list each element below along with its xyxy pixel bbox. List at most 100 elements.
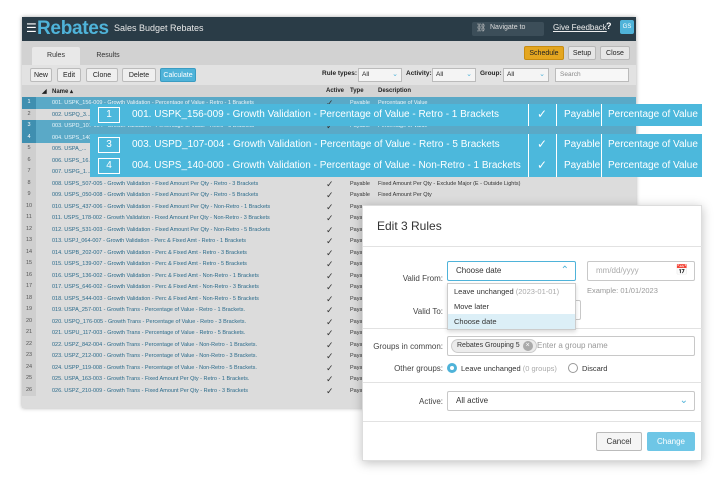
check-icon: ✓ [326, 362, 334, 373]
valid-from-select[interactable]: Choose date ⌃ [447, 261, 576, 281]
check-icon: ✓ [326, 213, 334, 223]
callout-rule-description: Percentage of Value [608, 139, 698, 150]
row-number: 14 [22, 246, 36, 258]
column-description[interactable]: Description [378, 88, 411, 94]
row-number: 13 [22, 235, 36, 247]
rule-name[interactable]: 023. USPZ_212-000 - Growth Trans - Perce… [52, 353, 257, 359]
new-button[interactable]: New [30, 68, 52, 82]
rule-name[interactable]: 008. USPS_507-005 - Growth Validation - … [52, 181, 258, 187]
rule-type: Paya [350, 249, 363, 256]
row-number: 10 [22, 200, 36, 212]
rule-name[interactable]: 007. USPG_1... [52, 169, 91, 175]
app-title: Sales Budget Rebates [114, 23, 204, 33]
option-choose-date[interactable]: Choose date [448, 314, 575, 329]
column-type[interactable]: Type [350, 88, 364, 94]
top-bar: ☰ Rebates Sales Budget Rebates ⛓ Navigat… [22, 17, 636, 41]
rule-name[interactable]: 006. USPS_16... [52, 158, 93, 164]
question-circle-icon[interactable]: ? [606, 21, 616, 31]
check-icon: ✓ [326, 305, 334, 315]
activity-select[interactable]: All ⌄ [432, 68, 476, 82]
column-active[interactable]: Active [326, 88, 344, 94]
schedule-button[interactable]: Schedule [524, 46, 564, 60]
remove-chip-icon[interactable]: × [522, 341, 533, 351]
valid-from-date-input[interactable]: mm/dd/yyyy 📅 [587, 261, 695, 281]
valid-to-label: Valid To: [413, 307, 443, 316]
sort-icon[interactable]: ◢ [42, 88, 47, 95]
callout-rule-type: Payable [564, 109, 601, 120]
check-icon: ✓ [326, 259, 334, 269]
radio-leave-unchanged-label[interactable]: Leave unchanged (0 groups) [461, 364, 557, 373]
chevron-down-icon: ⌄ [466, 71, 472, 78]
active-label: Active: [418, 397, 443, 406]
table-row[interactable]: 9 009. USPS_050-008 - Growth Validation -… [22, 189, 636, 201]
check-icon: ✓ [326, 385, 334, 396]
tab-results[interactable]: Results [84, 47, 132, 65]
selected-rule-callout: 3 003. USPD_107-004 - Growth Validation -… [90, 134, 702, 156]
check-icon: ✓ [326, 351, 334, 361]
rule-name[interactable]: 016. USPS_136-002 - Growth Validation - … [52, 273, 259, 279]
groups-in-common-label: Groups in common: [373, 342, 443, 351]
group-select[interactable]: All ⌄ [503, 68, 549, 82]
tab-rules[interactable]: Rules [32, 47, 80, 65]
check-icon: ✓ [326, 316, 334, 327]
radio-discard[interactable] [568, 363, 578, 373]
rule-name[interactable]: 024. USPP_119-008 - Growth Trans - Perce… [52, 365, 257, 371]
chevron-down-icon: ⌄ [539, 71, 545, 78]
radio-leave-unchanged[interactable] [447, 363, 457, 373]
app-logo[interactable]: Rebates [37, 17, 109, 41]
rule-name[interactable]: 017. USPS_646-002 - Growth Validation - … [52, 284, 259, 290]
user-avatar[interactable]: GS [620, 20, 634, 34]
calendar-icon[interactable]: 📅 [676, 262, 688, 280]
rule-name[interactable]: 005. USPA_... [52, 146, 86, 152]
column-name[interactable]: Name ▴ [52, 88, 73, 95]
rule-name[interactable]: 014. USPB_202-007 - Growth Validation - … [52, 250, 247, 256]
rule-type: Paya [350, 284, 363, 290]
selected-rule-callout: 4 004. USPS_140-000 - Growth Validation -… [90, 155, 702, 177]
rule-name[interactable]: 015. USPS_139-007 - Growth Validation - … [52, 261, 247, 267]
table-row[interactable]: 8 008. USPS_507-005 - Growth Validation -… [22, 177, 636, 189]
groups-input[interactable]: Rebates Grouping 5 × Enter a group name [447, 336, 695, 356]
rule-name[interactable]: 022. USPZ_842-004 - Growth Trans - Perce… [52, 342, 257, 348]
rule-name[interactable]: 011. USPS_178-002 - Growth Validation - … [52, 215, 270, 221]
close-button[interactable]: Close [600, 46, 630, 60]
active-select[interactable]: All active ⌄ [447, 391, 695, 411]
row-number: 5 [22, 143, 36, 155]
other-groups-label: Other groups: [394, 364, 443, 373]
rule-name[interactable]: 018. USPS_544-003 - Growth Validation - … [52, 296, 259, 302]
option-move-later[interactable]: Move later [448, 299, 575, 314]
rule-name[interactable]: 020. USPQ_176-005 - Growth Trans - Perce… [52, 319, 246, 325]
rule-name[interactable]: 019. USPA_257-001 - Growth Trans - Perce… [52, 307, 245, 313]
rule-name[interactable]: 013. USPJ_064-007 - Growth Validation - … [52, 238, 246, 244]
navigate-to-input[interactable]: ⛓ Navigate to [472, 22, 544, 36]
rule-name[interactable]: 025. USPA_163-003 - Growth Trans - Fixed… [52, 376, 249, 382]
rule-description: Fixed Amount Per Qty - Exclude Major (E … [378, 180, 521, 187]
rule-name[interactable]: 002. USPQ_3... [52, 112, 91, 118]
rule-name[interactable]: 012. USPS_531-003 - Growth Validation - … [52, 227, 270, 233]
search-input[interactable]: Search [555, 68, 629, 82]
radio-discard-label[interactable]: Discard [582, 364, 607, 373]
check-icon: ✓ [326, 293, 334, 304]
rule-name[interactable]: 021. USPU_117-003 - Growth Trans - Perce… [52, 330, 245, 336]
rule-name[interactable]: 010. USPS_437-006 - Growth Validation - … [52, 204, 270, 210]
rule-name[interactable]: 009. USPS_050-008 - Growth Validation - … [52, 192, 258, 198]
callout-rule-type: Payable [564, 160, 601, 171]
divider [363, 382, 703, 383]
rule-type: Paya [350, 318, 363, 325]
delete-button[interactable]: Delete [122, 68, 156, 82]
edit-button[interactable]: Edit [57, 68, 81, 82]
rule-name[interactable]: 026. USPZ_210-009 - Growth Trans - Fixed… [52, 388, 248, 394]
option-leave-unchanged[interactable]: Leave unchanged (2023-01-01) [448, 284, 575, 299]
divider [363, 421, 703, 422]
cancel-button[interactable]: Cancel [596, 432, 642, 451]
give-feedback-link[interactable]: Give Feedback [553, 23, 607, 32]
callout-row-number: 3 [98, 137, 120, 153]
row-number: 3 [22, 120, 36, 132]
rule-types-select[interactable]: All ⌄ [358, 68, 402, 82]
calculate-button[interactable]: Calculate [160, 68, 196, 82]
change-button[interactable]: Change [647, 432, 695, 451]
divider [601, 104, 602, 126]
hamburger-menu-icon[interactable]: ☰ [26, 21, 37, 35]
clone-button[interactable]: Clone [86, 68, 118, 82]
row-number: 18 [22, 292, 36, 304]
setup-button[interactable]: Setup [568, 46, 596, 60]
